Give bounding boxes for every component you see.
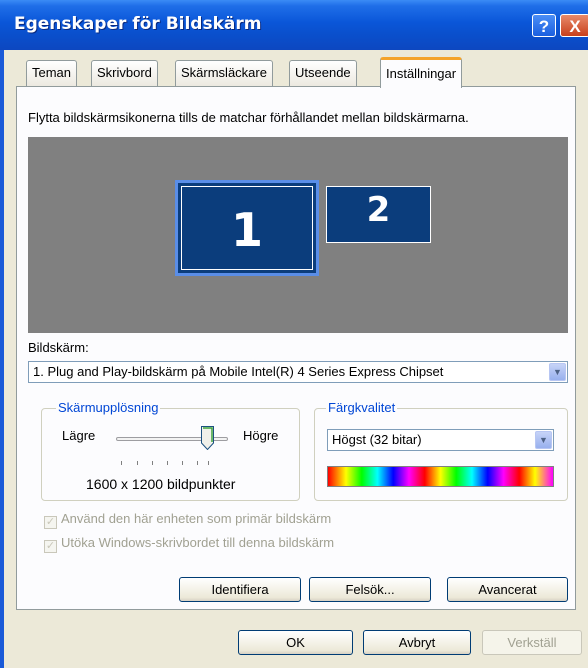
- tab-teman[interactable]: Teman: [26, 60, 78, 86]
- display-select-value: 1. Plug and Play-bildskärm på Mobile Int…: [33, 364, 444, 379]
- slider-tick: [182, 461, 183, 465]
- window-frame-left: [0, 50, 4, 668]
- resolution-slider-thumb[interactable]: [201, 426, 214, 450]
- cancel-button[interactable]: Avbryt: [363, 630, 471, 655]
- slider-tick: [197, 461, 198, 465]
- resolution-value: 1600 x 1200 bildpunkter: [86, 476, 236, 492]
- close-icon: X: [569, 17, 581, 36]
- primary-display-checkbox-row[interactable]: ✓ Använd den här enheten som primär bilds…: [44, 511, 331, 529]
- checkmark-icon[interactable]: ✓: [44, 540, 57, 553]
- help-icon: ?: [538, 17, 550, 36]
- extend-desktop-checkbox-label: Utöka Windows-skrivbordet till denna bil…: [61, 535, 335, 550]
- window-title: Egenskaper för Bildskärm: [14, 14, 262, 34]
- color-quality-group-title: Färgkvalitet: [326, 400, 398, 415]
- display-select[interactable]: 1. Plug and Play-bildskärm på Mobile Int…: [28, 361, 568, 383]
- tab-skarmslackare[interactable]: Skärmsläckare: [175, 60, 273, 86]
- primary-display-checkbox-label: Använd den här enheten som primär bildsk…: [61, 511, 332, 526]
- monitor-2-number: 2: [366, 190, 391, 230]
- color-quality-select[interactable]: Högst (32 bitar) ▼: [327, 429, 554, 451]
- slider-tick: [208, 461, 209, 465]
- color-palette-preview: [327, 466, 554, 487]
- slider-tick: [137, 461, 138, 465]
- color-quality-group: [314, 408, 568, 501]
- monitor-1[interactable]: 1: [175, 180, 319, 276]
- chevron-down-icon[interactable]: ▼: [535, 431, 552, 449]
- troubleshoot-button[interactable]: Felsök...: [309, 577, 431, 602]
- extend-desktop-checkbox-row[interactable]: ✓ Utöka Windows-skrivbordet till denna bi…: [44, 535, 334, 553]
- identify-button[interactable]: Identifiera: [179, 577, 301, 602]
- chevron-down-icon[interactable]: ▼: [549, 363, 566, 381]
- monitor-1-number: 1: [230, 203, 263, 257]
- ok-button[interactable]: OK: [238, 630, 353, 655]
- title-bar[interactable]: Egenskaper för Bildskärm ? X: [0, 0, 588, 50]
- slider-tick: [152, 461, 153, 465]
- arrange-instruction: Flytta bildskärmsikonerna tills de match…: [28, 110, 469, 125]
- color-quality-value: Högst (32 bitar): [332, 432, 422, 447]
- slider-tick: [167, 461, 168, 465]
- resolution-low-label: Lägre: [62, 428, 96, 443]
- close-button[interactable]: X: [560, 14, 588, 37]
- tab-skrivbord[interactable]: Skrivbord: [91, 60, 158, 86]
- tab-installningar[interactable]: Inställningar: [380, 57, 463, 88]
- tab-utseende[interactable]: Utseende: [289, 60, 357, 86]
- slider-tick: [121, 461, 122, 465]
- apply-button[interactable]: Verkställ: [482, 630, 582, 655]
- monitor-2[interactable]: 2: [326, 186, 431, 243]
- checkmark-icon[interactable]: ✓: [44, 516, 57, 529]
- resolution-group-title: Skärmupplösning: [56, 400, 161, 415]
- advanced-button[interactable]: Avancerat: [447, 577, 568, 602]
- help-button[interactable]: ?: [532, 14, 556, 37]
- resolution-high-label: Högre: [243, 428, 279, 443]
- display-label: Bildskärm:: [28, 340, 89, 355]
